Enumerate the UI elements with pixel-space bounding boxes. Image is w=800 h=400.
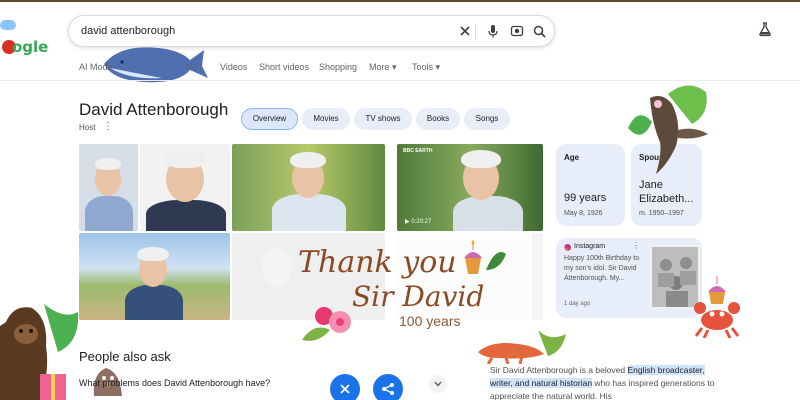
photo-2[interactable]: [140, 144, 230, 231]
chip-songs[interactable]: Songs: [464, 108, 510, 130]
crab-doodle: [694, 274, 740, 343]
video-duration: ▶ 0:20:27: [405, 219, 432, 225]
spouse-value: Jane Elizabeth...: [639, 179, 694, 205]
instagram-icon: [564, 244, 571, 251]
flower-doodle: [300, 300, 360, 351]
search-divider: [475, 24, 476, 40]
chip-overview[interactable]: Overview: [241, 108, 298, 130]
labs-flask-icon[interactable]: [757, 21, 773, 37]
tab-more[interactable]: More ▾: [369, 62, 397, 73]
close-doodle-button[interactable]: [330, 374, 360, 400]
chip-movies[interactable]: Movies: [302, 108, 350, 130]
share-icon: [382, 383, 394, 395]
doodle-thank-you: Thank you: [298, 245, 457, 280]
tab-videos[interactable]: Videos: [220, 62, 247, 72]
share-doodle-button[interactable]: [373, 374, 403, 400]
age-card[interactable]: Age 99 years May 8, 1926: [556, 144, 625, 226]
post-image: [650, 245, 700, 309]
cloud-icon: [0, 20, 16, 30]
doodle-top-border: [0, 0, 800, 2]
cupcake-icon: [460, 240, 508, 291]
tab-ai-mode[interactable]: AI Mode: [79, 62, 113, 72]
clear-icon[interactable]: [457, 23, 473, 39]
doodle-years: 100 years: [399, 313, 461, 329]
video-source-badge: BBC EARTH: [403, 148, 433, 154]
mic-icon[interactable]: [485, 23, 501, 39]
logo-text: ogle: [12, 38, 49, 56]
tools-button[interactable]: Tools ▾: [412, 62, 440, 73]
tab-news[interactable]: Ne: [186, 62, 198, 72]
description-prefix: Sir David Attenborough is a beloved: [490, 365, 628, 375]
video-thumbnail[interactable]: BBC EARTH ▶ 0:20:27: [397, 144, 543, 231]
tabs-divider: [0, 80, 800, 81]
post-text: Happy 100th Birthday to my son's idol. S…: [564, 255, 640, 282]
entity-subtitle: Host: [79, 123, 96, 132]
marriage-dates: m. 1950–1997: [639, 210, 684, 217]
close-icon: [340, 384, 350, 394]
chevron-down-icon[interactable]: [429, 375, 447, 393]
post-source: Instagram: [574, 243, 606, 250]
photo-3[interactable]: [232, 144, 385, 231]
tab-short-videos[interactable]: Short videos: [259, 62, 309, 72]
plant-lizard-doodle: [628, 84, 718, 181]
entity-description: Sir David Attenborough is a beloved Engl…: [490, 364, 720, 400]
chip-books[interactable]: Books: [416, 108, 460, 130]
gorilla-doodle: [0, 302, 84, 400]
lens-icon[interactable]: [509, 23, 525, 39]
tab-shopping[interactable]: Shopping: [319, 62, 357, 72]
birth-date: May 8, 1926: [564, 210, 603, 217]
post-time: 1 day ago: [564, 301, 591, 307]
age-value: 99 years: [564, 192, 607, 204]
paa-question[interactable]: What problems does David Attenborough ha…: [79, 378, 270, 388]
post-more-icon[interactable]: ⋮: [632, 241, 640, 250]
photo-4[interactable]: [79, 233, 230, 320]
more-options-icon[interactable]: ⋮: [103, 121, 113, 132]
google-doodle-logo[interactable]: ogle: [0, 18, 50, 56]
photo-1[interactable]: [79, 144, 138, 231]
instagram-post-card[interactable]: Instagram ⋮ Happy 100th Birthday to my s…: [556, 238, 702, 318]
search-icon[interactable]: [531, 23, 547, 39]
entity-title: David Attenborough: [79, 100, 229, 119]
age-label: Age: [564, 153, 580, 162]
people-also-ask-title: People also ask: [79, 349, 171, 364]
chip-tv-shows[interactable]: TV shows: [354, 108, 412, 130]
